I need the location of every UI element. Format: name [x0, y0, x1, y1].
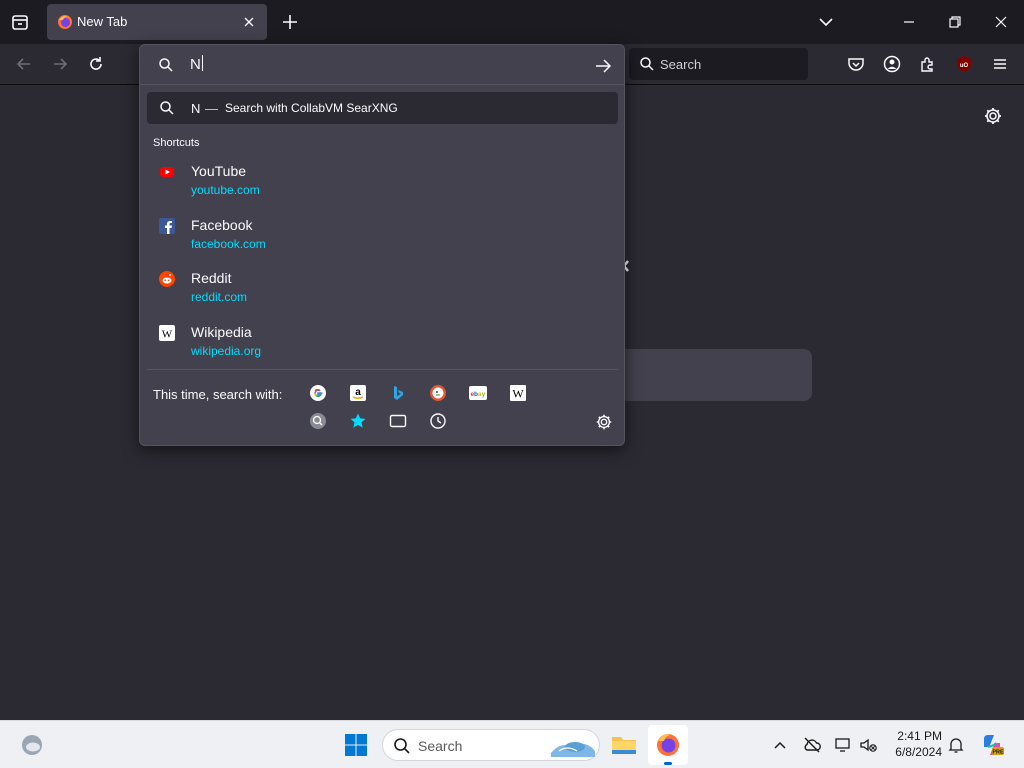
shortcut-title: Wikipedia	[191, 324, 252, 340]
history-clock-icon[interactable]	[429, 412, 447, 430]
shortcut-title: Reddit	[191, 270, 232, 286]
search-highlight-art-icon	[551, 742, 595, 757]
svg-text:a: a	[355, 387, 361, 398]
go-arrow-icon[interactable]	[594, 57, 612, 75]
taskbar-file-explorer[interactable]	[608, 729, 640, 761]
amazon-engine-icon[interactable]: a	[349, 384, 367, 402]
svg-text:PRE: PRE	[992, 750, 1004, 756]
shortcut-url: facebook.com	[191, 237, 266, 251]
onedrive-cloud-icon[interactable]	[802, 735, 822, 755]
divider	[147, 369, 618, 370]
shortcut-title: Facebook	[191, 217, 253, 233]
shortcut-url: reddit.com	[191, 290, 248, 304]
shortcut-youtube[interactable]: YouTube youtube.com	[147, 159, 618, 209]
svg-text:W: W	[162, 329, 173, 341]
tab-title: New Tab	[77, 14, 128, 29]
forward-icon[interactable]	[50, 54, 70, 74]
running-indicator	[664, 762, 672, 765]
ebay-engine-icon[interactable]: e b a y	[469, 384, 487, 402]
urlbar-input-row[interactable]: N	[140, 45, 624, 85]
svg-text:uO: uO	[960, 63, 969, 69]
copilot-icon[interactable]: PRE	[980, 733, 1004, 757]
urlbar-input-value: N	[190, 56, 201, 73]
shortcut-url: wikipedia.org	[191, 344, 262, 358]
reddit-icon	[159, 271, 175, 287]
pocket-icon[interactable]	[846, 54, 866, 74]
list-all-tabs-icon[interactable]	[816, 12, 836, 32]
clock-date: 6/8/2024	[895, 745, 942, 759]
firefox-logo-icon	[657, 733, 679, 756]
svg-text:W: W	[512, 387, 524, 401]
taskbar: Search 2:41 PM 6/8/2024 PRE	[0, 720, 1024, 768]
search-icon	[394, 738, 410, 754]
start-windows-icon[interactable]	[344, 733, 368, 757]
new-tab-icon[interactable]	[280, 12, 300, 32]
bookmarks-star-icon[interactable]	[349, 412, 367, 430]
menu-icon[interactable]	[990, 54, 1010, 74]
shortcut-url: youtube.com	[191, 183, 260, 197]
wikipedia-engine-icon[interactable]: W	[509, 384, 527, 402]
tabs-icon[interactable]	[389, 412, 407, 430]
clock-time: 2:41 PM	[897, 729, 942, 743]
tab-strip: New Tab	[0, 0, 1024, 44]
restore-icon[interactable]	[945, 12, 965, 32]
google-engine-icon[interactable]	[309, 384, 327, 402]
result-action: Search with CollabVM SearXNG	[225, 101, 398, 115]
close-window-icon[interactable]	[991, 12, 1011, 32]
heuristic-search-result[interactable]: N — Search with CollabVM SearXNG	[147, 92, 618, 124]
weather-widget-icon[interactable]	[20, 733, 44, 757]
text-caret	[201, 55, 203, 71]
tab-new-tab[interactable]: New Tab	[47, 4, 267, 40]
search-bar-placeholder: Search	[660, 57, 702, 72]
wikipedia-icon: W	[159, 325, 175, 341]
shortcut-title: YouTube	[191, 163, 247, 179]
close-tab-icon[interactable]	[241, 14, 257, 30]
volume-muted-icon[interactable]	[858, 735, 878, 755]
svg-text:y: y	[482, 391, 486, 398]
show-hidden-icons-chevron-icon[interactable]	[770, 735, 790, 755]
reload-icon[interactable]	[86, 54, 106, 74]
shortcut-reddit[interactable]: Reddit reddit.com	[147, 266, 618, 316]
facebook-icon	[159, 218, 175, 234]
ublock-origin-icon[interactable]: uO	[954, 54, 974, 74]
firefox-view-button[interactable]	[8, 10, 32, 34]
search-icon	[160, 101, 174, 115]
personalize-gear-icon[interactable]	[983, 106, 1003, 126]
youtube-icon	[160, 167, 174, 177]
minimize-icon[interactable]	[899, 12, 919, 32]
clock[interactable]: 2:41 PM 6/8/2024	[886, 728, 942, 760]
shortcut-facebook[interactable]: Facebook facebook.com	[147, 213, 618, 263]
result-separator: —	[205, 101, 218, 116]
result-query: N	[191, 101, 201, 116]
search-icon	[640, 57, 654, 71]
shortcut-wikipedia[interactable]: W Wikipedia wikipedia.org	[147, 320, 618, 370]
bing-engine-icon[interactable]	[389, 384, 407, 402]
notification-bell-icon[interactable]	[946, 735, 966, 755]
urlbar-panel: N N — Search with CollabVM SearXNG Short…	[139, 44, 625, 446]
searxng-engine-icon[interactable]	[309, 412, 327, 430]
taskbar-firefox[interactable]	[652, 729, 684, 765]
extensions-icon[interactable]	[918, 54, 938, 74]
shortcuts-heading: Shortcuts	[153, 137, 200, 149]
taskbar-search-box[interactable]: Search	[382, 729, 600, 761]
one-off-search-label: This time, search with:	[153, 387, 283, 402]
taskbar-search-placeholder: Search	[418, 738, 463, 754]
file-explorer-folder-icon	[612, 737, 636, 754]
search-bar[interactable]: Search	[629, 48, 808, 80]
ntp-search-box[interactable]	[600, 349, 812, 401]
back-icon[interactable]	[14, 54, 34, 74]
firefox-logo-icon	[58, 15, 72, 29]
network-status-icon[interactable]	[834, 735, 854, 755]
urlbar-input[interactable]: N	[190, 55, 203, 73]
duckduckgo-engine-icon[interactable]	[429, 384, 447, 402]
search-icon	[159, 58, 173, 72]
account-icon[interactable]	[882, 54, 902, 74]
firefox-view-icon	[12, 15, 28, 30]
search-settings-gear-icon[interactable]	[595, 413, 613, 431]
